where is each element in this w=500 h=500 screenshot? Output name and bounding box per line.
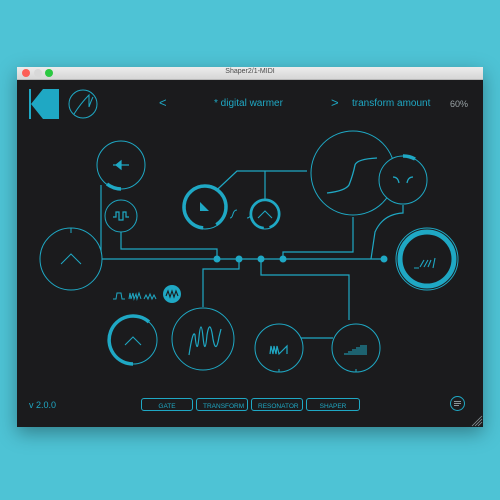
menu-button[interactable] <box>450 396 465 411</box>
wave-option[interactable] <box>128 291 142 301</box>
brand-logo <box>29 89 59 119</box>
junction-dot <box>213 255 221 263</box>
menu-line-icon <box>454 401 461 402</box>
preset-name[interactable]: * digital warmer <box>214 98 283 109</box>
menu-line-icon <box>454 403 461 404</box>
next-preset-button[interactable]: > <box>331 95 339 110</box>
filter-knob[interactable] <box>378 154 428 205</box>
gate-module[interactable] <box>104 199 138 233</box>
wave-option[interactable] <box>113 292 125 300</box>
plugin-window: Shaper2/1-MIDI < * digital warmer > tran… <box>17 67 483 427</box>
wave-selector[interactable] <box>113 285 181 303</box>
previous-preset-button[interactable]: < <box>159 95 167 110</box>
output-knob[interactable] <box>395 227 459 291</box>
resize-grip[interactable] <box>471 415 483 427</box>
input-level-knob[interactable] <box>39 227 103 291</box>
junction-dot <box>235 255 243 263</box>
wave-option[interactable] <box>143 292 157 301</box>
junction-dot <box>279 255 287 263</box>
tab-resonator[interactable]: RESONATOR <box>251 398 303 411</box>
parameter-name: transform amount <box>352 98 431 109</box>
parameter-value: 60% <box>450 99 469 109</box>
tab-shaper[interactable]: SHAPER <box>306 398 360 411</box>
transform-knob[interactable] <box>249 198 281 230</box>
junction-dot <box>380 255 388 263</box>
input-trim-knob[interactable] <box>96 140 146 191</box>
menu-line-icon <box>454 405 459 406</box>
version-label: v 2.0.0 <box>29 400 57 410</box>
tab-transform[interactable]: TRANSFORM <box>196 398 248 411</box>
sawtooth-module[interactable] <box>254 323 304 373</box>
wave-option-selected[interactable] <box>163 285 181 303</box>
staircase-module[interactable] <box>331 323 381 373</box>
shaper-logo-icon <box>68 89 98 119</box>
shape-option[interactable] <box>229 209 238 219</box>
gate-amount-knob[interactable] <box>182 184 228 230</box>
signal-graph <box>29 89 483 427</box>
resonator-knob[interactable] <box>107 314 158 366</box>
resonator-waveform-display[interactable] <box>171 307 235 371</box>
tab-gate[interactable]: GATE <box>141 398 193 411</box>
junction-dot <box>257 255 265 263</box>
